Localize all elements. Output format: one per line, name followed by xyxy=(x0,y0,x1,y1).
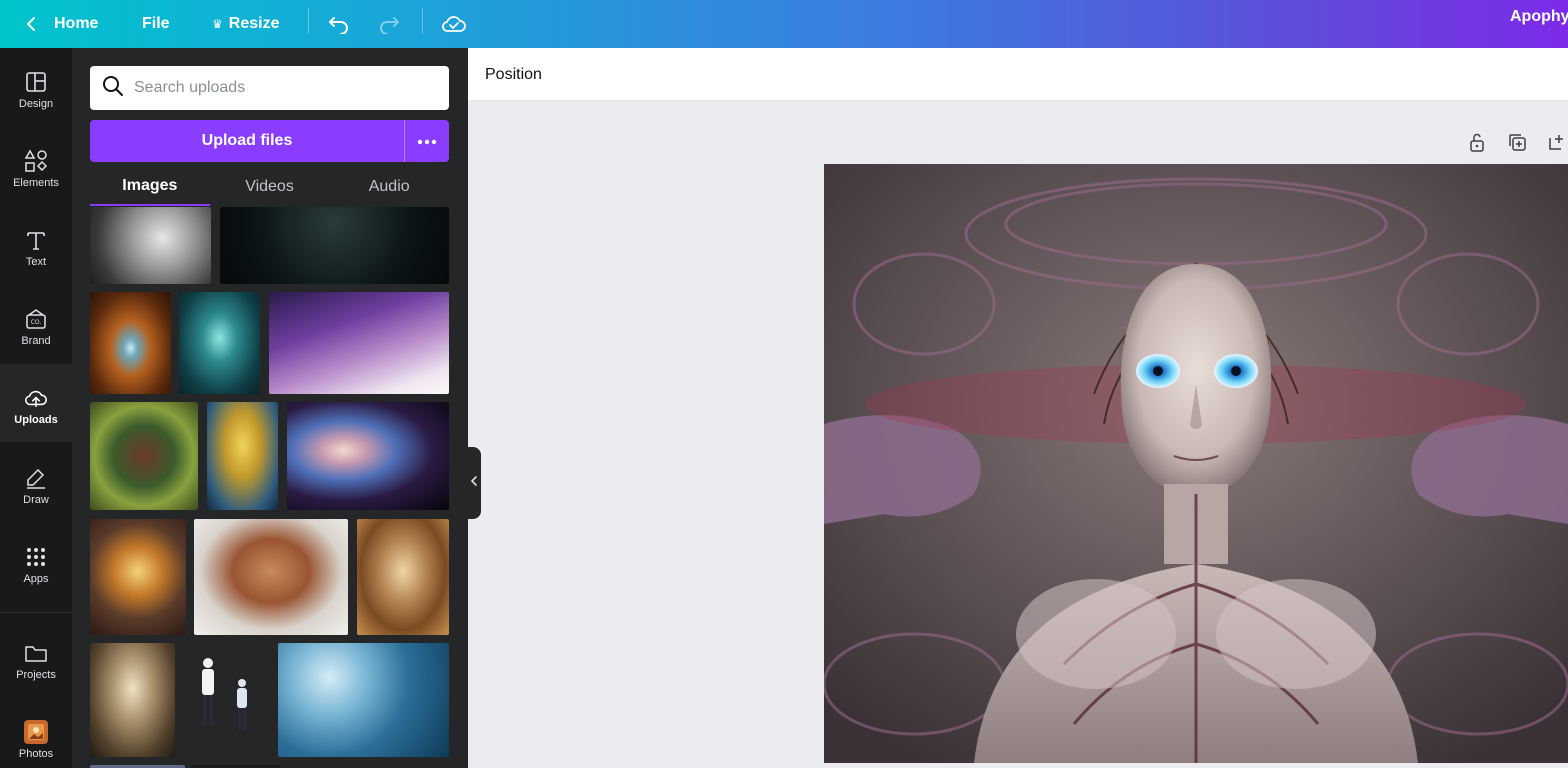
undo-icon xyxy=(328,14,350,34)
rail-label: Brand xyxy=(21,335,51,347)
duplicate-icon xyxy=(1507,132,1527,157)
media-tabs: Images Videos Audio xyxy=(90,168,449,208)
brand-kit-icon: CO. xyxy=(24,307,48,331)
chevron-left-icon xyxy=(24,16,38,32)
upload-thumbnail[interactable] xyxy=(287,402,449,510)
upload-thumbnail[interactable] xyxy=(207,402,278,510)
resize-label: Resize xyxy=(228,15,280,32)
upload-thumbnail[interactable] xyxy=(90,402,198,510)
rail-label: Projects xyxy=(16,669,56,681)
upload-thumbnail[interactable] xyxy=(357,519,449,635)
upload-thumbnail[interactable] xyxy=(220,207,449,284)
rail-item-projects[interactable]: Projects xyxy=(0,619,72,697)
upload-thumbnail[interactable] xyxy=(179,292,260,394)
upload-thumbnail[interactable] xyxy=(90,643,175,757)
upload-thumbnail[interactable] xyxy=(90,519,186,635)
unlock-icon xyxy=(1468,132,1486,157)
rail-label: Photos xyxy=(18,748,54,760)
rail-label: Text xyxy=(25,256,47,268)
rail-item-uploads[interactable]: Uploads xyxy=(0,364,72,442)
rail-item-text[interactable]: Text xyxy=(0,206,72,284)
rail-item-apps[interactable]: Apps xyxy=(0,523,72,601)
canvas-artwork-image xyxy=(824,164,1568,763)
lock-page-button[interactable] xyxy=(1465,132,1489,156)
upload-thumbnail[interactable] xyxy=(90,292,171,394)
file-label: File xyxy=(142,15,170,32)
toolbar-divider xyxy=(308,8,309,34)
cloud-check-icon xyxy=(441,14,467,34)
rail-label: Uploads xyxy=(14,414,58,426)
more-dots-icon xyxy=(417,132,437,150)
rail-label: Design xyxy=(18,98,54,110)
uploads-panel: Upload files Images Videos Audio xyxy=(72,48,468,768)
upload-thumbnail[interactable] xyxy=(90,207,211,284)
apps-grid-icon xyxy=(24,545,48,569)
duplicate-page-button[interactable] xyxy=(1505,132,1529,156)
top-bar: Home File ♛ Resize Apophy xyxy=(0,0,1568,48)
search-box[interactable] xyxy=(90,66,449,110)
design-canvas[interactable] xyxy=(824,164,1568,763)
text-icon xyxy=(24,228,48,252)
pen-icon xyxy=(24,466,48,490)
upload-thumbnail[interactable] xyxy=(194,519,348,635)
tab-images[interactable]: Images xyxy=(90,168,210,206)
rail-item-brand[interactable]: CO. Brand xyxy=(0,285,72,363)
layout-icon xyxy=(24,70,48,94)
upload-files-button[interactable]: Upload files xyxy=(90,120,404,162)
upload-thumbnail[interactable] xyxy=(269,292,449,394)
add-page-button[interactable] xyxy=(1545,132,1568,156)
home-label: Home xyxy=(54,15,99,32)
rail-item-design[interactable]: Design xyxy=(0,48,72,126)
redo-button[interactable] xyxy=(378,0,400,48)
rail-item-photos[interactable]: Photos xyxy=(0,698,72,768)
left-rail: Design Elements Text CO. Brand Uploads D… xyxy=(0,48,72,768)
upload-thumbnail[interactable] xyxy=(278,643,449,757)
upload-row: Upload files xyxy=(90,120,449,162)
redo-icon xyxy=(378,14,400,34)
cloud-upload-icon xyxy=(24,386,48,410)
resize-button[interactable]: ♛ Resize xyxy=(212,0,279,48)
rail-label: Apps xyxy=(23,573,49,585)
undo-button[interactable] xyxy=(328,0,350,48)
rail-item-draw[interactable]: Draw xyxy=(0,444,72,522)
tab-audio[interactable]: Audio xyxy=(329,168,449,206)
context-toolbar: Position xyxy=(468,48,1568,101)
folder-icon xyxy=(24,641,48,665)
cloud-saved-button[interactable] xyxy=(441,0,467,48)
rail-label: Elements xyxy=(13,177,59,189)
search-input[interactable] xyxy=(134,79,434,97)
upload-more-button[interactable] xyxy=(404,120,449,162)
rail-item-elements[interactable]: Elements xyxy=(0,127,72,205)
shapes-icon xyxy=(24,149,48,173)
position-button[interactable]: Position xyxy=(485,48,542,101)
collapse-panel-handle[interactable] xyxy=(466,447,481,519)
uploads-image-grid xyxy=(90,207,449,768)
user-name[interactable]: Apophy xyxy=(1510,0,1568,34)
search-icon xyxy=(102,75,124,102)
svg-text:CO.: CO. xyxy=(31,319,42,326)
file-menu-button[interactable]: File xyxy=(142,0,170,48)
people-walking-icon xyxy=(202,658,247,730)
crown-icon: ♛ xyxy=(212,17,223,31)
chevron-left-icon xyxy=(470,474,478,492)
home-button[interactable]: Home xyxy=(24,0,98,48)
photos-icon xyxy=(24,720,48,744)
upload-thumbnail[interactable] xyxy=(184,643,269,757)
add-page-icon xyxy=(1547,132,1567,157)
rail-divider xyxy=(0,612,72,613)
toolbar-divider xyxy=(422,8,423,34)
tab-videos[interactable]: Videos xyxy=(210,168,330,206)
rail-label: Draw xyxy=(23,494,49,506)
